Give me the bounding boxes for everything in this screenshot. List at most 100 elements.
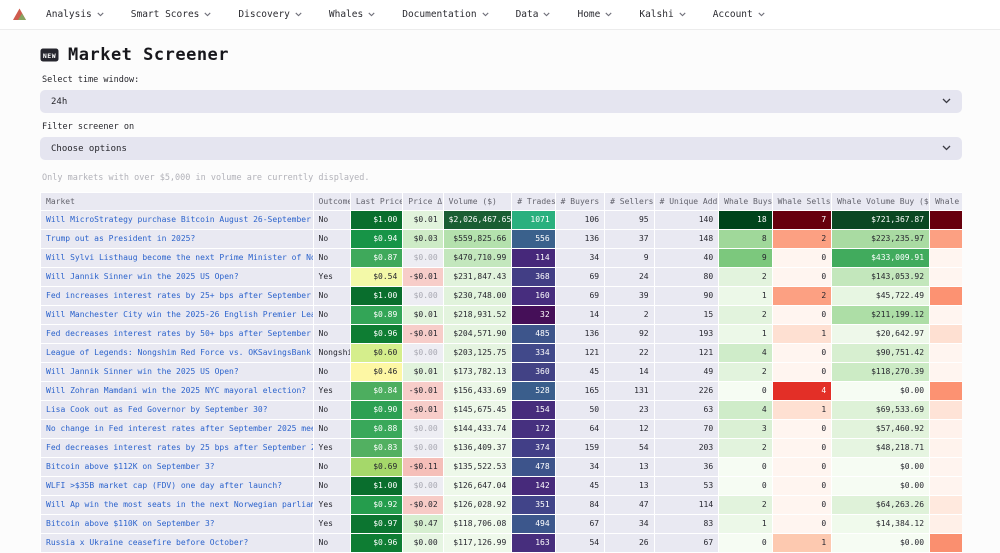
market-link[interactable]: Will MicroStrategy purchase Bitcoin Augu… (41, 211, 314, 230)
unique-addrs-cell: 70 (654, 420, 719, 439)
price-delta-cell: $0.00 (403, 420, 443, 439)
nav-item-home[interactable]: Home (577, 9, 612, 20)
nav-item-data[interactable]: Data (516, 9, 551, 20)
svg-text:NEW: NEW (43, 52, 56, 60)
whale-vol-buy-cell: $69,533.69 (832, 401, 930, 420)
nav-item-label: Documentation (402, 9, 476, 20)
chevron-down-icon (679, 9, 686, 20)
table-row: No change in Fed interest rates after Se… (41, 420, 963, 439)
nav-item-smart-scores[interactable]: Smart Scores (131, 9, 212, 20)
time-window-select[interactable]: 24h (40, 90, 962, 113)
last-price-cell: $0.69 (350, 458, 402, 477)
volume-cell: $156,433.69 (443, 382, 512, 401)
nav-item-account[interactable]: Account (713, 9, 765, 20)
nav-item-documentation[interactable]: Documentation (402, 9, 488, 20)
whale-vol-sell-cell (930, 230, 962, 249)
price-delta-cell: $0.00 (403, 439, 443, 458)
nav-item-analysis[interactable]: Analysis (46, 9, 104, 20)
whale-sells-cell: 0 (772, 306, 832, 325)
market-link[interactable]: Fed decreases interest rates by 50+ bps … (41, 325, 314, 344)
whale-vol-sell-cell (930, 325, 962, 344)
unique-addrs-cell: 80 (654, 268, 719, 287)
whale-buys-cell: 4 (719, 344, 772, 363)
table-row: Fed decreases interest rates by 25 bps a… (41, 439, 963, 458)
last-price-cell: $0.54 (350, 268, 402, 287)
nav-item-label: Account (713, 9, 753, 20)
whale-vol-sell-cell (930, 306, 962, 325)
outcome-cell: No (313, 534, 350, 553)
volume-cell: $2,026,467.65 (443, 211, 512, 230)
filter-screener-placeholder: Choose options (51, 144, 127, 154)
sellers-cell: 13 (605, 458, 654, 477)
market-link[interactable]: Lisa Cook out as Fed Governor by Septemb… (41, 401, 314, 420)
whale-buys-cell: 18 (719, 211, 772, 230)
table-row: Bitcoin above $112K on September 3?No$0.… (41, 458, 963, 477)
chevron-down-icon (605, 9, 612, 20)
last-price-cell: $1.00 (350, 477, 402, 496)
table-row: Trump out as President in 2025?No$0.94$0… (41, 230, 963, 249)
sellers-cell: 95 (605, 211, 654, 230)
table-row: Will Ap win the most seats in the next N… (41, 496, 963, 515)
whale-vol-buy-cell: $0.00 (832, 534, 930, 553)
whale-sells-cell: 0 (772, 268, 832, 287)
price-delta-cell: $0.00 (403, 534, 443, 553)
market-link[interactable]: Will Jannik Sinner win the 2025 US Open? (41, 268, 314, 287)
market-link[interactable]: Bitcoin above $110K on September 3? (41, 515, 314, 534)
market-link[interactable]: Will Sylvi Listhaug become the next Prim… (41, 249, 314, 268)
market-link[interactable]: Will Zohran Mamdani win the 2025 NYC may… (41, 382, 314, 401)
buyers-cell: 45 (555, 363, 604, 382)
market-link[interactable]: WLFI >$35B market cap (FDV) one day afte… (41, 477, 314, 496)
outcome-cell: No (313, 249, 350, 268)
whale-buys-cell: 2 (719, 439, 772, 458)
last-price-cell: $1.00 (350, 287, 402, 306)
table-row: Fed increases interest rates by 25+ bps … (41, 287, 963, 306)
table-row: Will Zohran Mamdani win the 2025 NYC may… (41, 382, 963, 401)
column-header-whale-volume-buy: Whale Volume Buy ($) (832, 193, 930, 211)
outcome-cell: No (313, 401, 350, 420)
outcome-cell: No (313, 420, 350, 439)
whale-vol-buy-cell: $90,751.42 (832, 344, 930, 363)
nav-item-label: Whales (329, 9, 363, 20)
market-link[interactable]: Will Ap win the most seats in the next N… (41, 496, 314, 515)
market-link[interactable]: Will Manchester City win the 2025-26 Eng… (41, 306, 314, 325)
table-row: Will Jannik Sinner win the 2025 US Open?… (41, 268, 963, 287)
whale-sells-cell: 7 (772, 211, 832, 230)
column-header-whale-sells: Whale Sells (772, 193, 832, 211)
unique-addrs-cell: 15 (654, 306, 719, 325)
table-row: Lisa Cook out as Fed Governor by Septemb… (41, 401, 963, 420)
nav-item-kalshi[interactable]: Kalshi (639, 9, 685, 20)
trades-cell: 494 (512, 515, 555, 534)
column-header-buyers: # Buyers (555, 193, 604, 211)
price-delta-cell: $0.01 (403, 211, 443, 230)
outcome-cell: Nongshim Red Force (313, 344, 350, 363)
last-price-cell: $0.89 (350, 306, 402, 325)
filter-screener-select[interactable]: Choose options (40, 137, 962, 160)
whale-vol-buy-cell: $14,384.12 (832, 515, 930, 534)
app-logo-icon[interactable] (12, 8, 28, 22)
unique-addrs-cell: 148 (654, 230, 719, 249)
last-price-cell: $0.92 (350, 496, 402, 515)
outcome-cell: No (313, 477, 350, 496)
whale-vol-sell-cell (930, 344, 962, 363)
market-link[interactable]: Fed increases interest rates by 25+ bps … (41, 287, 314, 306)
whale-vol-buy-cell: $223,235.97 (832, 230, 930, 249)
market-link[interactable]: Trump out as President in 2025? (41, 230, 314, 249)
market-link[interactable]: Will Jannik Sinner win the 2025 US Open? (41, 363, 314, 382)
whale-vol-buy-cell: $143,053.92 (832, 268, 930, 287)
whale-sells-cell: 0 (772, 420, 832, 439)
buyers-cell: 54 (555, 534, 604, 553)
nav-item-discovery[interactable]: Discovery (238, 9, 301, 20)
market-link[interactable]: Fed decreases interest rates by 25 bps a… (41, 439, 314, 458)
market-link[interactable]: No change in Fed interest rates after Se… (41, 420, 314, 439)
price-delta-cell: $0.03 (403, 230, 443, 249)
trades-cell: 360 (512, 363, 555, 382)
market-link[interactable]: Russia x Ukraine ceasefire before Octobe… (41, 534, 314, 553)
unique-addrs-cell: 67 (654, 534, 719, 553)
market-screener-table: MarketOutcomeLast PricePrice ΔVolume ($)… (40, 192, 962, 553)
nav-item-whales[interactable]: Whales (329, 9, 375, 20)
market-link[interactable]: League of Legends: Nongshim Red Force vs… (41, 344, 314, 363)
whale-vol-sell-cell (930, 439, 962, 458)
whale-buys-cell: 0 (719, 458, 772, 477)
market-link[interactable]: Bitcoin above $112K on September 3? (41, 458, 314, 477)
unique-addrs-cell: 63 (654, 401, 719, 420)
